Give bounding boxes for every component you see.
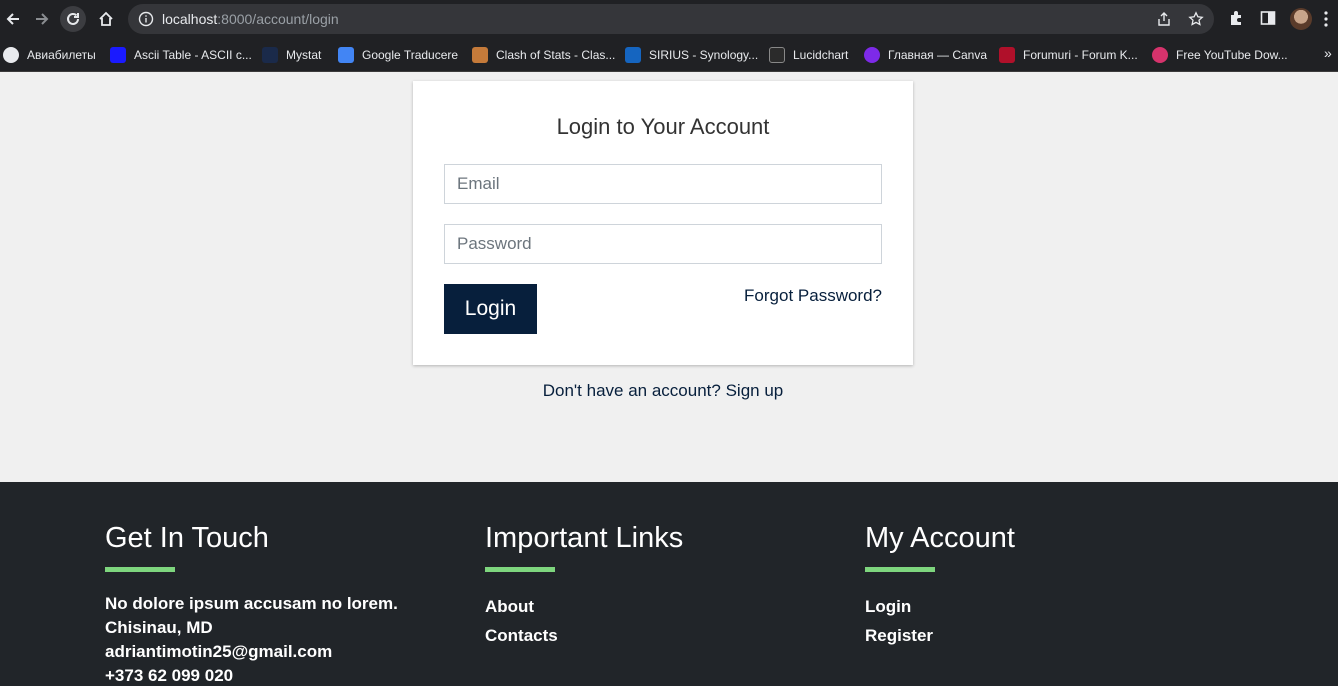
arrow-left-icon [6, 13, 19, 25]
url-host: localhost [162, 11, 218, 27]
password-input[interactable] [444, 224, 882, 264]
bookmark-item[interactable]: Google Traducere [338, 46, 458, 64]
bookmark-favicon-icon [999, 47, 1015, 63]
browser-toolbar: localhost:8000/account/login [0, 0, 1338, 38]
url-path: :8000/account/login [217, 11, 339, 27]
forgot-password-link[interactable]: Forgot Password? [744, 286, 882, 306]
share-icon[interactable] [1156, 11, 1172, 27]
heading-underline [105, 567, 175, 572]
contact-phone: +373 62 099 020 [105, 666, 234, 685]
contact-city: Chisinau, MD [105, 618, 213, 637]
bookmark-label: Lucidchart [793, 48, 849, 62]
heading-underline [865, 567, 935, 572]
bookmark-label: Главная — Canva [888, 48, 988, 62]
bookmark-favicon-icon [864, 47, 880, 63]
bookmark-item[interactable]: Ascii Table - ASCII c... [110, 46, 252, 64]
bookmark-favicon-icon [769, 47, 785, 63]
important-links-list: About Contacts [485, 592, 683, 650]
bookmark-favicon-icon [262, 47, 278, 63]
footer-account-heading: My Account [865, 522, 1015, 554]
bookmark-item[interactable]: Forumuri - Forum K... [999, 46, 1138, 64]
login-button[interactable]: Login [444, 284, 537, 334]
bookmark-label: SIRIUS - Synology... [649, 48, 759, 62]
extensions-icon[interactable] [1227, 9, 1245, 27]
bookmark-item[interactable]: Lucidchart [769, 46, 848, 64]
footer-contact-heading: Get In Touch [105, 522, 269, 554]
bookmark-favicon-icon [110, 47, 126, 63]
footer-link-login[interactable]: Login [865, 592, 1015, 621]
signup-prompt: Don't have an account? Sign up [413, 381, 913, 401]
bookmark-item[interactable]: Mystat [262, 46, 321, 64]
arrow-right-icon [36, 13, 49, 25]
bookmarks-bar: Авиабилеты Ascii Table - ASCII c... Myst… [0, 38, 1338, 72]
login-card: Login to Your Account Login Forgot Passw… [413, 81, 913, 365]
no-account-text: Don't have an account? [542, 381, 721, 400]
home-icon [99, 11, 113, 26]
reload-icon [67, 12, 79, 25]
bookmark-label: Forumuri - Forum K... [1023, 48, 1138, 62]
bookmark-item[interactable]: Главная — Canva [864, 46, 987, 64]
forward-button[interactable] [29, 6, 55, 32]
back-button[interactable] [0, 6, 26, 32]
bookmark-label: Free YouTube Dow... [1176, 48, 1288, 62]
bookmark-item[interactable]: SIRIUS - Synology... [625, 46, 758, 64]
account-links-list: Login Register [865, 592, 1015, 650]
bookmark-favicon-icon [1152, 47, 1168, 63]
star-icon[interactable] [1188, 11, 1204, 27]
menu-icon[interactable] [1318, 8, 1334, 30]
bookmark-label: Clash of Stats - Clas... [496, 48, 616, 62]
heading-underline [485, 567, 555, 572]
footer-important-links-heading: Important Links [485, 522, 684, 554]
bookmark-label: Mystat [286, 48, 322, 62]
address-bar[interactable]: localhost:8000/account/login [128, 4, 1214, 34]
bookmarks-overflow-button[interactable]: » [1324, 45, 1332, 61]
footer-link-register[interactable]: Register [865, 621, 1015, 650]
url-text: localhost:8000/account/login [162, 11, 339, 27]
footer-important-links-section: Important Links About Contacts [485, 522, 683, 650]
side-panel-icon[interactable] [1259, 9, 1277, 27]
footer-account-section: My Account Login Register [865, 522, 1015, 650]
bookmark-label: Google Traducere [362, 48, 459, 62]
browser-chrome: localhost:8000/account/login Авиабилеты … [0, 0, 1338, 72]
footer-link-contacts[interactable]: Contacts [485, 621, 683, 650]
footer-contact-section: Get In Touch No dolore ipsum accusam no … [105, 522, 398, 686]
bookmark-favicon-icon [3, 47, 19, 63]
email-input[interactable] [444, 164, 882, 204]
footer: Get In Touch No dolore ipsum accusam no … [0, 482, 1338, 686]
bookmark-label: Авиабилеты [27, 48, 96, 62]
reload-button[interactable] [60, 6, 86, 32]
bookmark-item[interactable]: Clash of Stats - Clas... [472, 46, 615, 64]
home-button[interactable] [93, 6, 119, 32]
contact-details: No dolore ipsum accusam no lorem. Chisin… [105, 592, 398, 686]
bookmark-item[interactable]: Авиабилеты [3, 46, 96, 64]
info-icon[interactable] [138, 11, 154, 27]
bookmark-label: Ascii Table - ASCII c... [134, 48, 252, 62]
bookmark-favicon-icon [625, 47, 641, 63]
footer-link-about[interactable]: About [485, 592, 683, 621]
bookmark-item[interactable]: Free YouTube Dow... [1152, 46, 1288, 64]
login-title: Login to Your Account [556, 114, 770, 139]
contact-email: adriantimotin25@gmail.com [105, 642, 333, 661]
bookmark-favicon-icon [338, 47, 354, 63]
profile-avatar[interactable] [1290, 8, 1312, 30]
bookmark-favicon-icon [472, 47, 488, 63]
signup-link[interactable]: Sign up [726, 381, 784, 400]
contact-address-text: No dolore ipsum accusam no lorem. [105, 594, 398, 613]
